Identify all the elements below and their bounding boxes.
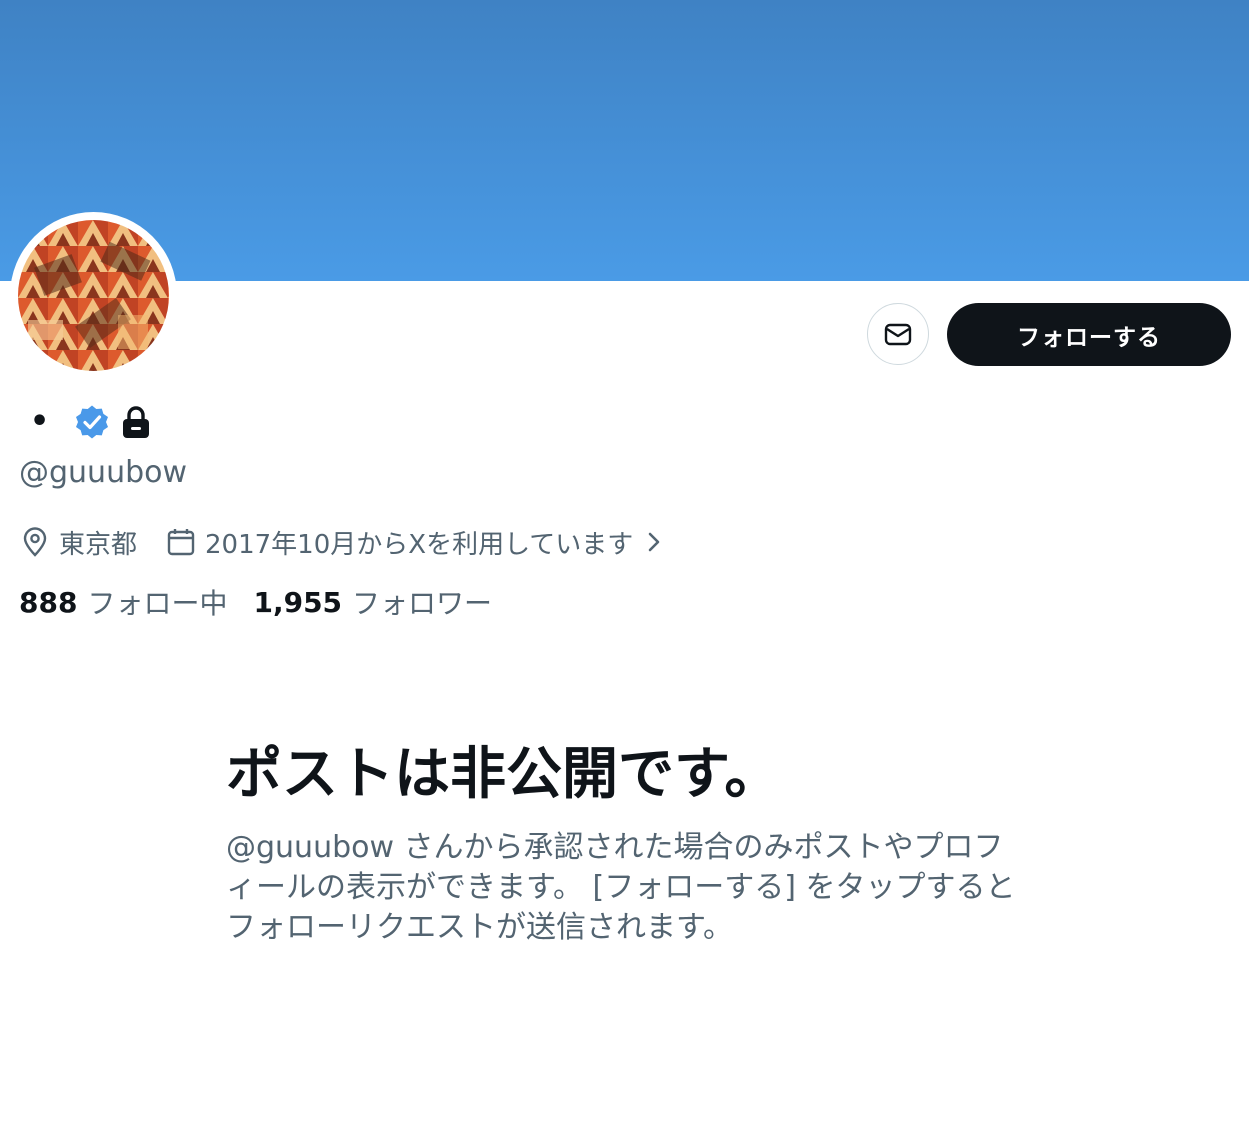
verified-badge-icon[interactable] <box>74 404 110 440</box>
display-name: • <box>30 404 50 439</box>
message-button[interactable] <box>867 303 929 365</box>
following-count[interactable]: 888 <box>19 586 77 619</box>
joined-date[interactable]: 2017年10月からXを利用しています <box>205 524 633 561</box>
follow-button[interactable]: フォローする <box>947 303 1231 366</box>
lock-icon <box>123 406 149 438</box>
envelope-icon <box>884 323 912 346</box>
profile-location: 東京都 <box>59 529 138 560</box>
followers-label[interactable]: フォロワー <box>352 582 492 622</box>
private-notice-description: @guuubow さんから承認された場合のみポストやプロフィールの表示ができます… <box>226 830 1016 945</box>
profile-meta: 東京都 2017年10月からXを利用しています <box>19 522 665 562</box>
username-handle: @guuubow <box>19 455 188 490</box>
follow-stats: 888 フォロー中 1,955 フォロワー <box>19 582 492 622</box>
avatar[interactable] <box>10 212 177 379</box>
calendar-icon <box>167 529 195 556</box>
following-label[interactable]: フォロー中 <box>87 582 227 622</box>
avatar-image <box>18 220 169 371</box>
display-name-row: • <box>30 403 152 441</box>
chevron-right-icon[interactable] <box>643 531 665 553</box>
location-pin-icon <box>23 527 47 557</box>
follow-button-label: フォローする <box>1017 324 1161 351</box>
profile-page: フォローする • @guuubow 東京都 2017年10月からXを利用していま… <box>0 0 1249 1123</box>
followers-count[interactable]: 1,955 <box>253 586 342 619</box>
private-notice-title: ポストは非公開です。 <box>226 742 781 807</box>
profile-banner[interactable] <box>0 0 1249 281</box>
